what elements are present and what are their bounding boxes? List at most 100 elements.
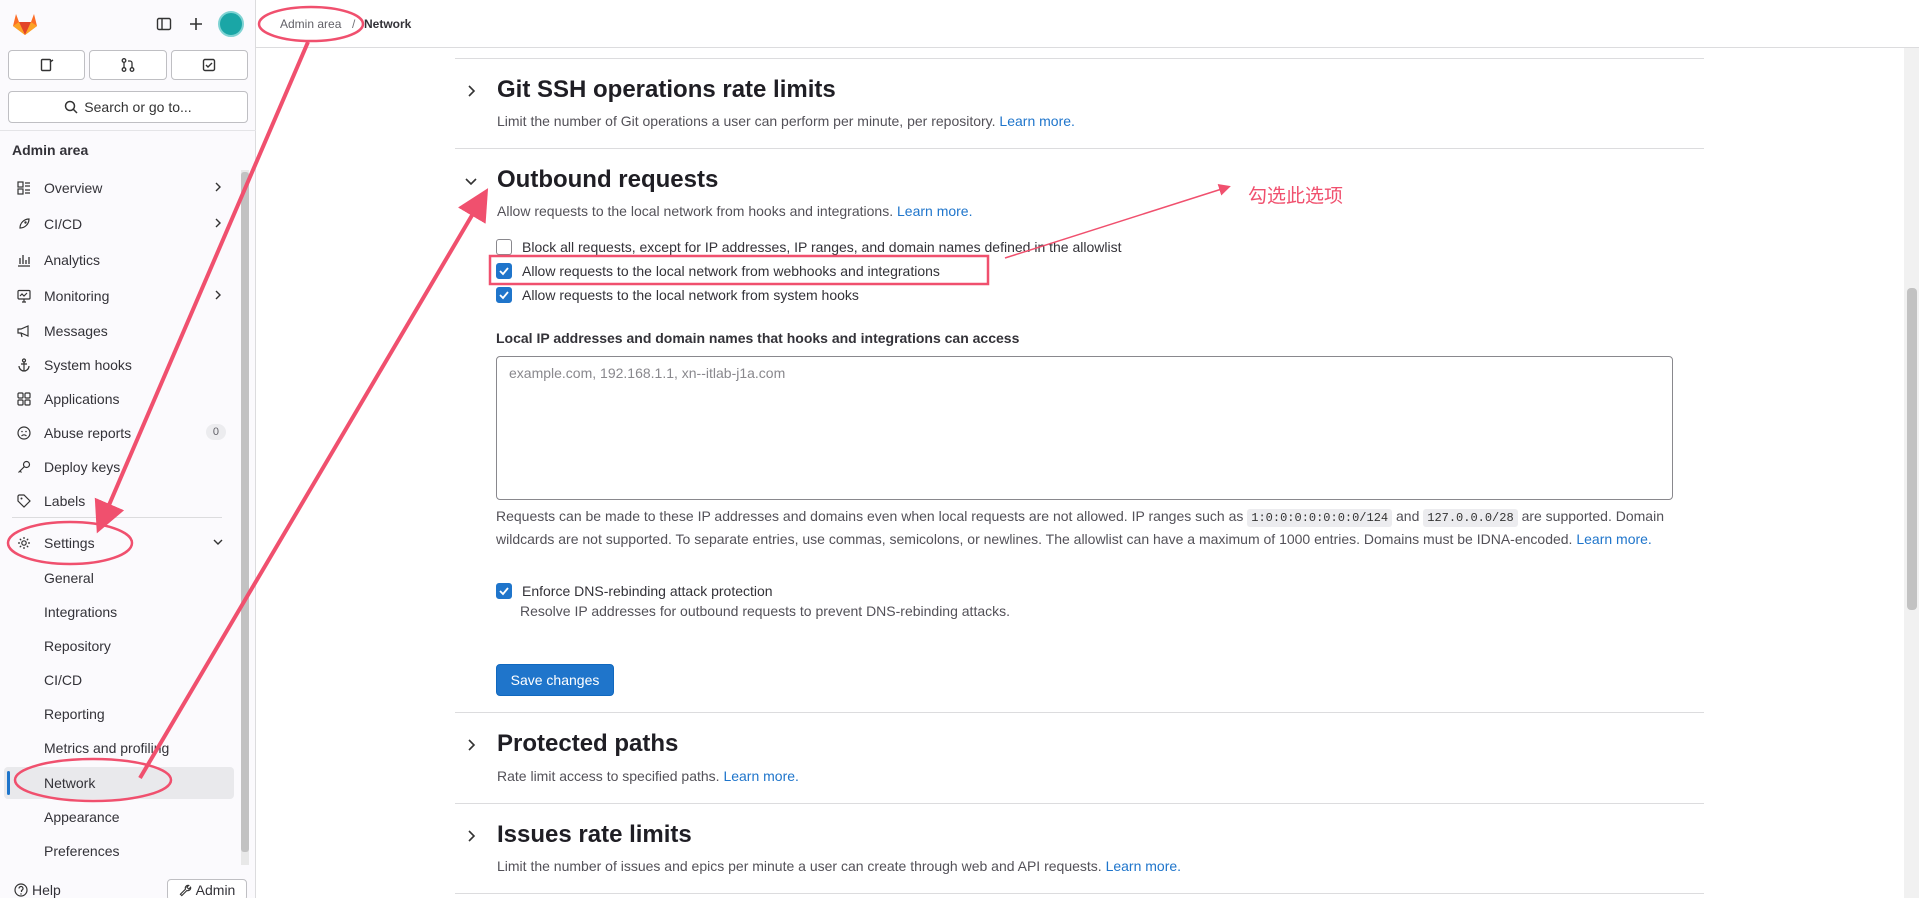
applications-icon xyxy=(14,392,34,406)
todos-button[interactable] xyxy=(170,50,248,80)
settings-item-cicd[interactable]: CI/CD xyxy=(4,664,234,696)
allowlist-help-text: Requests can be made to these IP address… xyxy=(496,506,1676,550)
git-ssh-section-title[interactable]: Git SSH operations rate limits xyxy=(497,76,836,104)
allowlist-textarea[interactable] xyxy=(496,356,1673,500)
plus-icon[interactable] xyxy=(184,12,208,36)
protected-paths-section-description: Rate limit access to specified paths. Le… xyxy=(497,768,799,784)
chevron-right-icon xyxy=(215,218,221,228)
gear-icon xyxy=(14,536,34,550)
chevron-right-icon xyxy=(215,290,221,300)
help-text-part: and xyxy=(1396,508,1420,524)
section-divider xyxy=(455,58,1704,59)
sidebar-item-label: Labels xyxy=(44,493,86,509)
sidebar-footer: Help Admin xyxy=(0,876,256,898)
settings-item-appearance[interactable]: Appearance xyxy=(4,801,234,833)
sidebar-item-label: System hooks xyxy=(44,357,132,373)
breadcrumb-admin-area[interactable]: Admin area xyxy=(280,17,341,31)
settings-item-preferences[interactable]: Preferences xyxy=(4,835,234,867)
git-ssh-section-description: Limit the number of Git operations a use… xyxy=(497,113,1075,129)
sad-face-icon xyxy=(14,426,34,440)
allow-webhooks-checkbox-row[interactable]: Allow requests to the local network from… xyxy=(496,262,940,280)
settings-item-reporting[interactable]: Reporting xyxy=(4,698,234,730)
learn-more-link[interactable]: Learn more. xyxy=(723,768,798,784)
description-text: Allow requests to the local network from… xyxy=(497,203,894,219)
sidebar-item-monitoring[interactable]: Monitoring xyxy=(4,280,236,312)
breadcrumb-current: Network xyxy=(364,17,412,31)
section-divider xyxy=(455,803,1704,804)
sidebar-item-settings[interactable]: Settings xyxy=(4,527,236,559)
sidebar-item-label: Monitoring xyxy=(44,288,110,304)
sidebar-item-label: Overview xyxy=(44,180,103,196)
settings-item-general[interactable]: General xyxy=(4,562,234,594)
sidebar-item-analytics[interactable]: Analytics xyxy=(4,244,236,276)
learn-more-link[interactable]: Learn more. xyxy=(1106,858,1181,874)
admin-button[interactable]: Admin xyxy=(167,879,247,898)
ip-range-example: 127.0.0.0/28 xyxy=(1423,509,1518,527)
sidebar-item-overview[interactable]: Overview xyxy=(4,172,236,204)
help-button[interactable]: Help xyxy=(14,882,61,898)
avatar[interactable] xyxy=(218,11,244,37)
section-divider xyxy=(455,712,1704,713)
chevron-right-icon[interactable] xyxy=(464,738,478,752)
block-all-requests-checkbox[interactable] xyxy=(496,239,512,255)
dns-rebinding-checkbox[interactable] xyxy=(496,583,512,599)
sidebar-item-label: Abuse reports xyxy=(44,425,132,441)
sidebar-item-deploy-keys[interactable]: Deploy keys xyxy=(4,451,236,483)
learn-more-link[interactable]: Learn more. xyxy=(999,113,1074,129)
wrench-icon xyxy=(179,884,191,896)
main-scrollbar-thumb[interactable] xyxy=(1907,288,1917,610)
sidebar-item-label: Deploy keys xyxy=(44,459,121,475)
todo-icon xyxy=(203,58,216,72)
allow-system-hooks-checkbox-row[interactable]: Allow requests to the local network from… xyxy=(496,286,859,304)
ip-range-example: 1:0:0:0:0:0:0:0/124 xyxy=(1247,509,1393,527)
megaphone-icon xyxy=(14,324,34,338)
sidebar-item-label: CI/CD xyxy=(44,216,83,232)
settings-item-network[interactable]: Network xyxy=(4,767,234,799)
settings-item-metrics[interactable]: Metrics and profiling xyxy=(4,732,234,764)
outbound-section-title[interactable]: Outbound requests xyxy=(497,166,718,194)
learn-more-link[interactable]: Learn more. xyxy=(897,203,972,219)
checkbox-label: Allow requests to the local network from… xyxy=(522,263,940,279)
learn-more-link[interactable]: Learn more. xyxy=(1576,531,1651,547)
sidebar-item-label: Settings xyxy=(44,535,95,551)
allow-webhooks-checkbox[interactable] xyxy=(496,263,512,279)
rocket-icon xyxy=(14,217,34,231)
sidebar-item-messages[interactable]: Messages xyxy=(4,315,236,347)
sidebar-item-abuse-reports[interactable]: Abuse reports 0 xyxy=(4,417,236,449)
protected-paths-section-title[interactable]: Protected paths xyxy=(497,730,678,758)
search-button[interactable]: Search or go to... xyxy=(8,91,248,123)
merge-requests-button[interactable] xyxy=(89,50,167,80)
description-text: Rate limit access to specified paths. xyxy=(497,768,720,784)
toggle-sidebar-icon[interactable] xyxy=(152,12,176,36)
section-divider xyxy=(455,893,1704,894)
breadcrumb-separator: / xyxy=(352,17,356,31)
section-divider xyxy=(455,148,1704,149)
search-label: Search or go to... xyxy=(84,99,192,115)
help-text-part: Requests can be made to these IP address… xyxy=(496,508,1244,524)
sidebar-item-system-hooks[interactable]: System hooks xyxy=(4,349,236,381)
sidebar-item-applications[interactable]: Applications xyxy=(4,383,236,415)
chevron-right-icon[interactable] xyxy=(464,84,478,98)
settings-item-repository[interactable]: Repository xyxy=(4,630,234,662)
sidebar-scrollbar-thumb[interactable] xyxy=(241,172,249,852)
sidebar-divider xyxy=(12,517,222,518)
issues-button[interactable] xyxy=(8,50,86,80)
allow-system-hooks-checkbox[interactable] xyxy=(496,287,512,303)
sidebar-item-cicd[interactable]: CI/CD xyxy=(4,208,236,240)
key-icon xyxy=(14,460,34,474)
dns-rebinding-checkbox-row[interactable]: Enforce DNS-rebinding attack protection xyxy=(496,582,773,600)
chevron-down-icon[interactable] xyxy=(464,174,478,188)
gitlab-logo[interactable] xyxy=(12,11,38,37)
anchor-icon xyxy=(14,358,34,372)
save-changes-button[interactable]: Save changes xyxy=(496,664,614,696)
outbound-section-description: Allow requests to the local network from… xyxy=(497,203,972,219)
dns-rebinding-help: Resolve IP addresses for outbound reques… xyxy=(520,603,1011,619)
block-all-requests-checkbox-row[interactable]: Block all requests, except for IP addres… xyxy=(496,238,1121,256)
sidebar-top xyxy=(0,0,256,48)
sidebar-item-label: Analytics xyxy=(44,252,101,268)
issues-section-title[interactable]: Issues rate limits xyxy=(497,821,692,849)
sidebar-item-labels[interactable]: Labels xyxy=(4,485,236,517)
issues-section-description: Limit the number of issues and epics per… xyxy=(497,858,1181,874)
settings-item-integrations[interactable]: Integrations xyxy=(4,596,234,628)
chevron-right-icon[interactable] xyxy=(464,829,478,843)
